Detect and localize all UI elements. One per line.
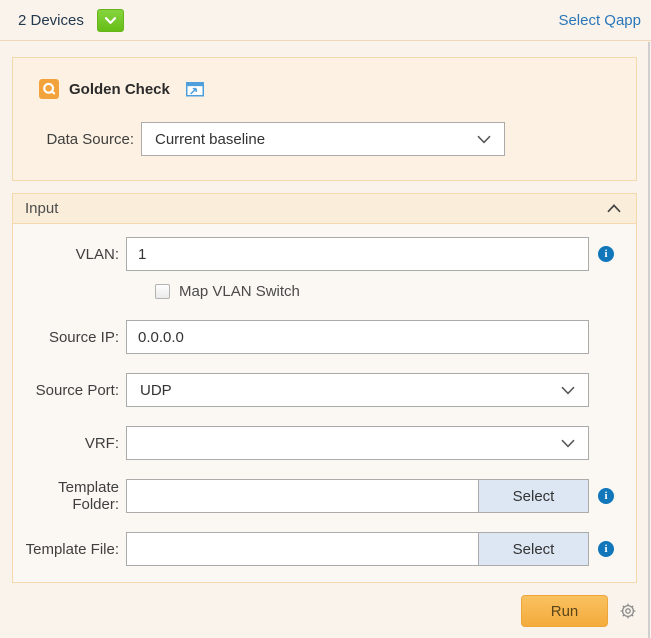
device-count-label: 2 Devices bbox=[18, 12, 84, 29]
template-file-input[interactable] bbox=[127, 533, 478, 565]
info-icon[interactable]: i bbox=[598, 488, 614, 504]
template-file-row: Template File: Select i bbox=[13, 532, 636, 566]
source-ip-row: Source IP: bbox=[13, 320, 636, 354]
template-folder-select-button[interactable]: Select bbox=[478, 480, 588, 512]
chevron-up-icon bbox=[607, 204, 621, 213]
vlan-input[interactable] bbox=[126, 237, 589, 271]
template-folder-label: Template Folder: bbox=[13, 479, 126, 513]
topbar: 2 Devices Select Qapp bbox=[0, 0, 651, 41]
device-selector: 2 Devices bbox=[18, 9, 124, 32]
data-source-row: Data Source: Current baseline bbox=[28, 122, 621, 156]
template-file-control: Select bbox=[126, 532, 589, 566]
chevron-down-icon bbox=[561, 439, 575, 448]
run-button[interactable]: Run bbox=[521, 595, 608, 627]
template-folder-control: Select bbox=[126, 479, 589, 513]
source-ip-input[interactable] bbox=[126, 320, 589, 354]
source-port-value: UDP bbox=[140, 382, 172, 399]
chevron-down-icon bbox=[561, 386, 575, 395]
template-folder-row: Template Folder: Select i bbox=[13, 479, 636, 513]
vlan-row: VLAN: i bbox=[13, 237, 636, 271]
input-form: VLAN: i Map VLAN Switch Source IP: Sourc… bbox=[13, 224, 636, 582]
data-source-select[interactable]: Current baseline bbox=[141, 122, 505, 156]
input-section-header[interactable]: Input bbox=[13, 194, 636, 224]
action-bar: Run bbox=[0, 583, 651, 627]
source-port-row: Source Port: UDP bbox=[13, 373, 636, 407]
vrf-row: VRF: bbox=[13, 426, 636, 460]
vrf-label: VRF: bbox=[13, 435, 126, 452]
map-vlan-switch-checkbox[interactable] bbox=[155, 284, 170, 299]
qapp-title-row: Golden Check bbox=[28, 79, 621, 99]
map-vlan-switch-label[interactable]: Map VLAN Switch bbox=[179, 283, 300, 300]
chevron-down-icon bbox=[104, 15, 117, 26]
info-icon[interactable]: i bbox=[598, 246, 614, 262]
source-port-label: Source Port: bbox=[13, 382, 126, 399]
qapp-icon bbox=[39, 79, 59, 99]
input-panel: Input VLAN: i Map VLAN Switch Source IP:… bbox=[12, 193, 637, 583]
select-qapp-link[interactable]: Select Qapp bbox=[558, 12, 641, 29]
data-source-value: Current baseline bbox=[155, 131, 265, 148]
source-ip-label: Source IP: bbox=[13, 329, 126, 346]
chevron-down-icon bbox=[477, 135, 491, 144]
data-source-label: Data Source: bbox=[28, 131, 141, 148]
qapp-title: Golden Check bbox=[69, 81, 170, 98]
vrf-select[interactable] bbox=[126, 426, 589, 460]
devices-dropdown-button[interactable] bbox=[97, 9, 124, 32]
source-port-select[interactable]: UDP bbox=[126, 373, 589, 407]
template-file-label: Template File: bbox=[13, 541, 126, 558]
template-folder-input[interactable] bbox=[127, 480, 478, 512]
info-icon[interactable]: i bbox=[598, 541, 614, 557]
input-section-title: Input bbox=[25, 200, 58, 217]
pane-edge-divider bbox=[648, 42, 650, 638]
qapp-panel: Golden Check Data Source: Current baseli… bbox=[12, 57, 637, 181]
gear-icon[interactable] bbox=[619, 602, 637, 620]
open-window-icon[interactable] bbox=[186, 82, 204, 97]
vlan-label: VLAN: bbox=[13, 246, 126, 263]
map-vlan-switch-row: Map VLAN Switch bbox=[13, 283, 636, 300]
template-file-select-button[interactable]: Select bbox=[478, 533, 588, 565]
